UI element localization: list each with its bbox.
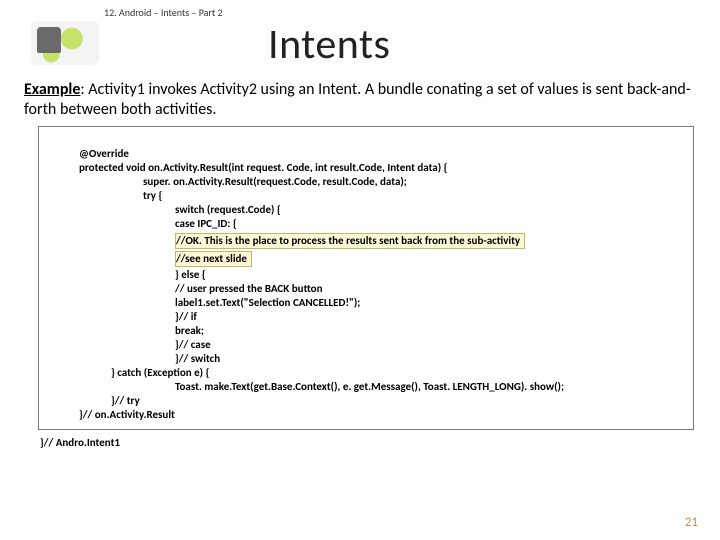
code-line: }// if (47, 310, 197, 323)
code-line: case IPC_ID: { (47, 217, 237, 230)
android-icon (31, 21, 99, 65)
code-line: } catch (Exception e) { (47, 366, 209, 379)
code-line: switch (request.Code) { (47, 203, 281, 216)
code-line: // user pressed the BACK button (47, 282, 323, 295)
code-line: break; (47, 324, 204, 337)
code-line: @Override (47, 147, 129, 160)
code-line: }// on.Activity.Result (47, 408, 175, 421)
breadcrumb: 12. Android – Intents – Part 2 (104, 6, 698, 19)
code-box: @Override protected void on.Activity.Res… (38, 126, 694, 430)
code-line: super. on.Activity.Result(request.Code, … (47, 175, 407, 188)
android-logo (22, 17, 108, 69)
code-line: }// case (47, 338, 211, 351)
closing-brace: }// Andro.Intent1 (40, 436, 698, 449)
code-line: Toast. make.Text(get.Base.Context(), e. … (47, 380, 564, 393)
highlight: //OK. This is the place to process the r… (175, 233, 525, 249)
highlight: //see next slide (175, 251, 252, 267)
title-row: Intents (22, 19, 698, 70)
code-line: }// try (47, 394, 140, 407)
slide: 12. Android – Intents – Part 2 Intents E… (0, 0, 720, 540)
code-line: } else { (47, 268, 206, 281)
example-text: Example: Activity1 invokes Activity2 usi… (24, 80, 696, 120)
code-line-highlight: //see next slide (47, 250, 685, 268)
example-body: : Activity1 invokes Activity2 using an I… (24, 80, 691, 119)
page-number: 21 (685, 515, 698, 530)
code-line: label1.set.Text("Selection CANCELLED!"); (47, 296, 360, 309)
example-lead: Example (24, 80, 80, 99)
code-line: protected void on.Activity.Result(int re… (47, 161, 447, 174)
code-line: try { (47, 189, 162, 202)
code-line-highlight: //OK. This is the place to process the r… (47, 232, 685, 250)
page-title: Intents (268, 19, 390, 70)
code-line: }// switch (47, 352, 220, 365)
